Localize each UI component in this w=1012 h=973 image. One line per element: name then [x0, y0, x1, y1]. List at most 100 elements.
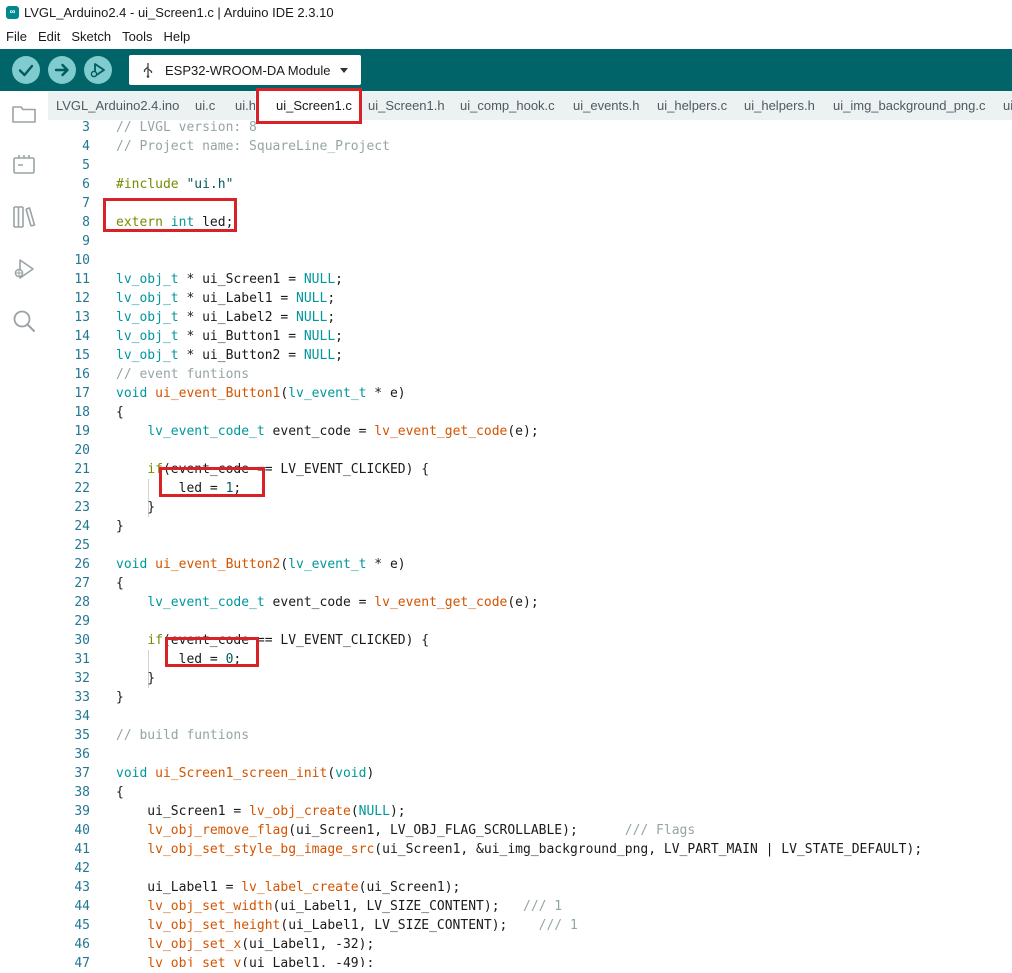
code-token: lv_obj_t	[116, 291, 179, 306]
debug-icon[interactable]	[10, 255, 38, 283]
code-text: lv_event_code_t event_code = lv_event_ge…	[116, 422, 538, 441]
code-text: #include "ui.h"	[116, 175, 233, 194]
code-line[interactable]: 25	[48, 536, 1012, 555]
code-line[interactable]: 3 // LVGL version: 8	[48, 120, 1012, 137]
code-token: * ui_Screen1 =	[178, 272, 304, 287]
code-token: * e)	[366, 386, 406, 401]
code-line[interactable]: 20	[48, 441, 1012, 460]
code-line[interactable]: 38 {	[48, 783, 1012, 802]
debug-button[interactable]	[84, 56, 112, 84]
code-line[interactable]: 45 lv_obj_set_height(ui_Label1, LV_SIZE_…	[48, 916, 1012, 935]
code-line[interactable]: 19 lv_event_code_t event_code = lv_event…	[48, 422, 1012, 441]
code-token: NULL	[358, 804, 390, 819]
code-line[interactable]: 41 lv_obj_set_style_bg_image_src(ui_Scre…	[48, 840, 1012, 859]
tab-ui-overflow[interactable]: ui	[992, 91, 1012, 120]
search-icon[interactable]	[10, 307, 38, 335]
menu-tools[interactable]: Tools	[122, 29, 152, 44]
code-text: lv_obj_t * ui_Label1 = NULL;	[116, 289, 335, 308]
code-line[interactable]: 27 {	[48, 574, 1012, 593]
tab-lvgl-arduino-ino[interactable]: LVGL_Arduino2.4.ino	[48, 91, 186, 120]
code-line[interactable]: 15 lv_obj_t * ui_Button2 = NULL;	[48, 346, 1012, 365]
tab-ui-helpers-h[interactable]: ui_helpers.h	[736, 91, 824, 120]
code-editor[interactable]: 3 // LVGL version: 8 4 // Project name: Squ…	[48, 120, 1012, 970]
code-line[interactable]: 21 if(event_code == LV_EVENT_CLICKED) {	[48, 460, 1012, 479]
code-line[interactable]: 7	[48, 194, 1012, 213]
code-line[interactable]: 11 lv_obj_t * ui_Screen1 = NULL;	[48, 270, 1012, 289]
code-line[interactable]: 16 // event funtions	[48, 365, 1012, 384]
tab-ui-comp-hook-c[interactable]: ui_comp_hook.c	[456, 91, 566, 120]
code-line[interactable]: 37 void ui_Screen1_screen_init(void)	[48, 764, 1012, 783]
arduino-infinity-icon: ∞	[6, 5, 19, 19]
code-text: lv_obj_t * ui_Screen1 = NULL;	[116, 270, 343, 289]
code-text: // event funtions	[116, 365, 249, 384]
code-token: lv_label_create	[241, 880, 359, 895]
title-bar: ∞ LVGL_Arduino2.4 - ui_Screen1.c | Ardui…	[0, 0, 1012, 24]
code-line[interactable]: 34	[48, 707, 1012, 726]
line-number: 20	[74, 443, 90, 458]
folder-icon[interactable]	[10, 100, 38, 128]
menu-edit[interactable]: Edit	[38, 29, 60, 44]
code-line[interactable]: 31 led = 0;	[48, 650, 1012, 669]
code-line[interactable]: 9	[48, 232, 1012, 251]
code-line[interactable]: 42	[48, 859, 1012, 878]
tab-ui-screen1-h[interactable]: ui_Screen1.h	[362, 91, 456, 120]
code-line[interactable]: 39 ui_Screen1 = lv_obj_create(NULL);	[48, 802, 1012, 821]
code-line[interactable]: 18 {	[48, 403, 1012, 422]
code-token: lv_event_get_code	[374, 424, 508, 439]
code-token: /// Flags	[624, 823, 696, 838]
code-line[interactable]: 29	[48, 612, 1012, 631]
code-token: // build funtions	[116, 728, 250, 743]
code-token: }	[116, 519, 124, 534]
menu-help[interactable]: Help	[163, 29, 190, 44]
board-manager-icon[interactable]	[10, 151, 38, 179]
code-line[interactable]: 30 if(event_code == LV_EVENT_CLICKED) {	[48, 631, 1012, 650]
menu-file[interactable]: File	[6, 29, 27, 44]
menu-sketch[interactable]: Sketch	[71, 29, 111, 44]
code-line[interactable]: 46 lv_obj_set_x(ui_Label1, -32);	[48, 935, 1012, 954]
verify-button[interactable]	[12, 56, 40, 84]
tab-ui-img-background-png-c[interactable]: ui_img_background_png.c	[824, 91, 992, 120]
code-line[interactable]: 17 void ui_event_Button1(lv_event_t * e)	[48, 384, 1012, 403]
code-line[interactable]: 26 void ui_event_Button2(lv_event_t * e)	[48, 555, 1012, 574]
code-token: lv_event_get_code	[374, 595, 508, 610]
upload-button[interactable]	[48, 56, 76, 84]
code-line[interactable]: 36	[48, 745, 1012, 764]
code-line[interactable]: 33}	[48, 688, 1012, 707]
code-line[interactable]: 22 led = 1;	[48, 479, 1012, 498]
line-number: 17	[74, 386, 90, 401]
tab-ui-events-h[interactable]: ui_events.h	[566, 91, 650, 120]
code-line[interactable]: 40 lv_obj_remove_flag(ui_Screen1, LV_OBJ…	[48, 821, 1012, 840]
code-text: lv_obj_remove_flag(ui_Screen1, LV_OBJ_FL…	[116, 821, 695, 840]
code-line[interactable]: 44 lv_obj_set_width(ui_Label1, LV_SIZE_C…	[48, 897, 1012, 916]
tab-ui-h[interactable]: ui.h	[227, 91, 256, 120]
board-selector[interactable]: ESP32-WROOM-DA Module	[129, 55, 361, 85]
code-token: {	[116, 785, 124, 800]
code-token: * ui_Button2 =	[178, 348, 304, 363]
code-token: ;	[327, 310, 336, 325]
code-line[interactable]: 14 lv_obj_t * ui_Button1 = NULL;	[48, 327, 1012, 346]
code-line[interactable]: 23 }	[48, 498, 1012, 517]
tab-ui-helpers-c[interactable]: ui_helpers.c	[650, 91, 736, 120]
code-line[interactable]: 5	[48, 156, 1012, 175]
code-line[interactable]: 32 }	[48, 669, 1012, 688]
code-token: (e);	[507, 595, 539, 610]
code-line[interactable]: 35 // build funtions	[48, 726, 1012, 745]
code-line[interactable]: 4 // Project name: SquareLine_Project	[48, 137, 1012, 156]
tab-ui-screen1-c[interactable]: ui_Screen1.c	[255, 91, 362, 120]
code-line[interactable]: 12 lv_obj_t * ui_Label1 = NULL;	[48, 289, 1012, 308]
toolbar: ESP32-WROOM-DA Module	[0, 49, 1012, 91]
library-icon[interactable]	[10, 203, 38, 231]
code-text: void ui_Screen1_screen_init(void)	[116, 764, 374, 783]
code-token: "ui.h"	[186, 177, 234, 192]
code-text: void ui_event_Button1(lv_event_t * e)	[116, 384, 406, 403]
code-line[interactable]: 10	[48, 251, 1012, 270]
code-line[interactable]: 13 lv_obj_t * ui_Label2 = NULL;	[48, 308, 1012, 327]
code-line[interactable]: 28 lv_event_code_t event_code = lv_event…	[48, 593, 1012, 612]
code-line[interactable]: 24}	[48, 517, 1012, 536]
code-line[interactable]: 6 #include "ui.h"	[48, 175, 1012, 194]
tab-ui-c[interactable]: ui.c	[186, 91, 227, 120]
usb-icon	[141, 62, 155, 78]
code-line[interactable]: 43 ui_Label1 = lv_label_create(ui_Screen…	[48, 878, 1012, 897]
code-line[interactable]: 8 extern int led;	[48, 213, 1012, 232]
